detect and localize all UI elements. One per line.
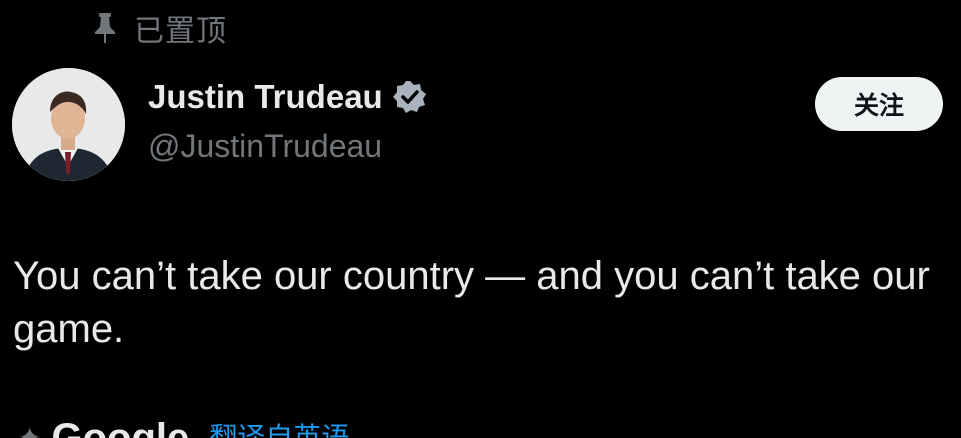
follow-button[interactable]: 关注 xyxy=(815,77,943,131)
translate-link[interactable]: 翻译自英语 xyxy=(209,418,349,438)
translation-footer: ✦ Google 翻译自英语 xyxy=(18,418,349,438)
google-icon: ✦ xyxy=(18,421,42,438)
google-label: Google xyxy=(51,418,189,438)
display-name[interactable]: Justin Trudeau xyxy=(148,78,383,116)
pinned-label: 已置顶 xyxy=(134,14,227,49)
verified-badge-icon xyxy=(392,80,427,114)
pinned-indicator: 已置顶 xyxy=(94,6,227,50)
pin-icon xyxy=(94,13,116,43)
avatar[interactable] xyxy=(12,68,125,181)
author-name-row: Justin Trudeau xyxy=(148,78,427,116)
tweet-text: You can’t take our country — and you can… xyxy=(13,254,930,351)
author-handle[interactable]: @JustinTrudeau xyxy=(148,128,382,165)
